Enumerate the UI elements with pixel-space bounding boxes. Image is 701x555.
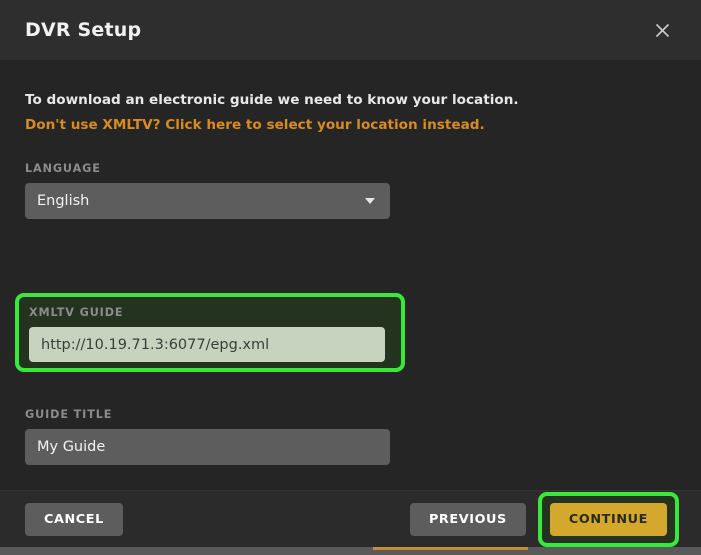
progress-indicator: [373, 547, 528, 550]
guide-title-label: GUIDE TITLE: [25, 408, 113, 421]
xmltv-guide-field-group: XMLTV GUIDE: [15, 293, 405, 372]
continue-button[interactable]: CONTINUE: [549, 502, 667, 536]
intro-text: To download an electronic guide we need …: [25, 92, 519, 108]
close-icon[interactable]: [645, 13, 679, 47]
continue-button-highlight: CONTINUE: [537, 491, 679, 547]
chevron-down-icon: [365, 198, 375, 205]
select-location-link[interactable]: Don't use XMLTV? Click here to select yo…: [25, 115, 676, 136]
xmltv-guide-input[interactable]: [29, 327, 385, 362]
dialog-footer: CANCEL PREVIOUS CONTINUE: [0, 490, 701, 547]
guide-title-field-group: GUIDE TITLE: [25, 408, 390, 465]
dialog-body: To download an electronic guide we need …: [0, 60, 701, 490]
cancel-button[interactable]: CANCEL: [25, 502, 123, 536]
page-title: DVR Setup: [25, 19, 142, 41]
language-select[interactable]: English: [25, 183, 390, 220]
language-label: LANGUAGE: [25, 162, 101, 176]
dialog-header: DVR Setup: [0, 0, 701, 60]
dvr-setup-dialog: DVR Setup To download an electronic guid…: [0, 0, 701, 547]
guide-title-input[interactable]: [25, 429, 390, 465]
background-bottom-strip: [0, 547, 701, 555]
xmltv-guide-label: XMLTV GUIDE: [29, 306, 124, 319]
language-select-value: English: [37, 193, 90, 210]
language-field-group: LANGUAGE English: [25, 162, 676, 220]
previous-button[interactable]: PREVIOUS: [409, 502, 526, 536]
